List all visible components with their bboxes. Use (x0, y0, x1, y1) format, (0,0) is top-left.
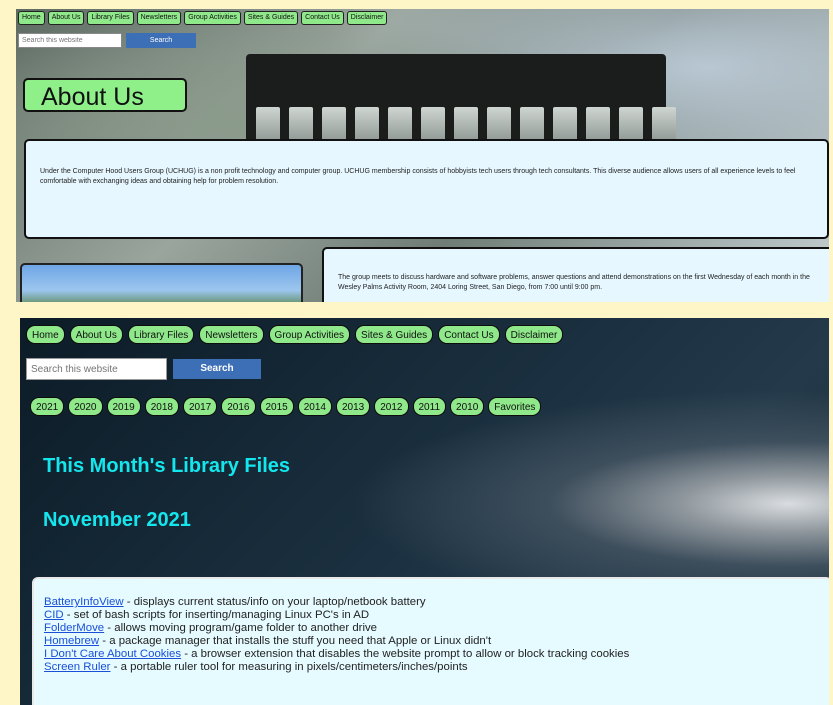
nav-disclaimer[interactable]: Disclaimer (504, 325, 564, 344)
nav-sites-guides[interactable]: Sites & Guides (355, 325, 434, 344)
file-description: - allows moving program/game folder to a… (104, 622, 378, 634)
nav-newsletters[interactable]: Newsletters (199, 325, 264, 344)
year-2016-button[interactable]: 2016 (221, 397, 256, 416)
file-description: - displays current status/info on your l… (123, 596, 426, 608)
list-item: Homebrew - a package manager that instal… (44, 635, 820, 648)
about-us-screenshot: Home About Us Library Files Newsletters … (16, 9, 829, 302)
nav-contact-us[interactable]: Contact Us (301, 11, 344, 25)
year-2019-button[interactable]: 2019 (106, 397, 141, 416)
nav-contact-us[interactable]: Contact Us (438, 325, 500, 344)
list-item: CID - set of bash scripts for inserting/… (44, 609, 820, 622)
favorites-button[interactable]: Favorites (488, 397, 542, 416)
year-2013-button[interactable]: 2013 (336, 397, 371, 416)
list-item: I Don't Care About Cookies - a browser e… (44, 648, 820, 661)
nav-home[interactable]: Home (18, 11, 45, 25)
file-link[interactable]: FolderMove (44, 622, 104, 634)
year-2018-button[interactable]: 2018 (144, 397, 179, 416)
page-title: About Us (23, 78, 187, 112)
nav-group-activities[interactable]: Group Activities (268, 325, 351, 344)
list-item: BatteryInfoView - displays current statu… (44, 596, 820, 609)
nav-about-us[interactable]: About Us (69, 325, 123, 344)
file-description: - a package manager that installs the st… (99, 635, 492, 647)
file-link[interactable]: BatteryInfoView (44, 596, 124, 608)
nav-newsletters[interactable]: Newsletters (136, 11, 182, 25)
search-input[interactable] (18, 33, 122, 48)
month-heading: November 2021 (43, 509, 191, 531)
library-files-list: BatteryInfoView - displays current statu… (32, 577, 829, 705)
year-2012-button[interactable]: 2012 (374, 397, 409, 416)
search-button[interactable]: Search (126, 33, 196, 48)
about-intro-text: Under the Computer Hood Users Group (UCH… (24, 139, 829, 239)
file-description: - a browser extension that disables the … (181, 648, 630, 660)
nav-library-files[interactable]: Library Files (87, 11, 134, 25)
library-files-screenshot: Home About Us Library Files Newsletters … (20, 318, 829, 705)
nav-home[interactable]: Home (26, 325, 65, 344)
year-2014-button[interactable]: 2014 (297, 397, 332, 416)
list-item: Screen Ruler - a portable ruler tool for… (44, 661, 820, 674)
search-button[interactable]: Search (173, 359, 261, 379)
year-2021-button[interactable]: 2021 (30, 397, 65, 416)
year-2011-button[interactable]: 2011 (412, 397, 447, 416)
nav-about-us[interactable]: About Us (47, 11, 85, 25)
list-item: FolderMove - allows moving program/game … (44, 622, 820, 635)
search-bar: Search (26, 358, 261, 380)
nav-group-activities[interactable]: Group Activities (184, 11, 241, 25)
nav-sites-guides[interactable]: Sites & Guides (243, 11, 299, 25)
file-description: - set of bash scripts for inserting/mana… (63, 609, 370, 621)
page-heading: This Month's Library Files (43, 455, 291, 477)
year-2010-button[interactable]: 2010 (450, 397, 485, 416)
top-search-bar: Search (18, 33, 196, 48)
year-nav-bar: 2021 2020 2019 2018 2017 2016 2015 2014 … (30, 397, 542, 416)
year-2020-button[interactable]: 2020 (68, 397, 103, 416)
file-link[interactable]: Homebrew (44, 635, 99, 647)
file-link[interactable]: Screen Ruler (44, 661, 110, 673)
chip-pins-image (256, 107, 676, 143)
top-nav-bar: Home About Us Library Files Newsletters … (18, 11, 388, 25)
file-description: - a portable ruler tool for measuring in… (110, 661, 468, 673)
nav-library-files[interactable]: Library Files (127, 325, 195, 344)
file-link[interactable]: CID (44, 609, 64, 621)
meeting-info-text: The group meets to discuss hardware and … (322, 247, 829, 302)
main-nav-bar: Home About Us Library Files Newsletters … (26, 325, 564, 344)
file-link[interactable]: I Don't Care About Cookies (44, 648, 181, 660)
year-2017-button[interactable]: 2017 (183, 397, 218, 416)
year-2015-button[interactable]: 2015 (259, 397, 294, 416)
tree-photo (20, 263, 303, 302)
search-input[interactable] (26, 358, 167, 380)
nav-disclaimer[interactable]: Disclaimer (346, 11, 388, 25)
